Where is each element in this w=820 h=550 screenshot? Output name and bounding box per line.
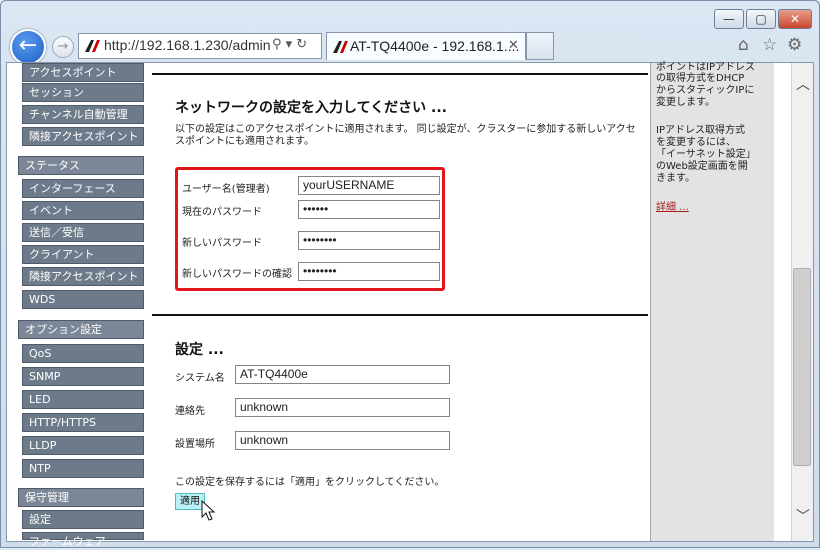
location-label: 設置場所	[175, 439, 215, 450]
scroll-up-icon[interactable]: ︿	[796, 74, 810, 94]
sidebar-item[interactable]: HTTP/HTTPS	[22, 413, 144, 432]
username-input[interactable]: yourUSERNAME	[298, 176, 440, 195]
sidebar-item[interactable]: WDS	[22, 290, 144, 309]
help-text-line: きます。	[656, 173, 695, 184]
forward-button[interactable]: →	[52, 36, 74, 58]
settings-gear-icon[interactable]: ⚙	[787, 35, 802, 55]
close-window-button[interactable]: ✕	[778, 9, 812, 29]
new-tab-button[interactable]	[526, 32, 554, 60]
sidebar-item[interactable]: LED	[22, 390, 144, 409]
system-name-input[interactable]: AT-TQ4400e	[235, 365, 450, 384]
current-password-input[interactable]: ••••••	[298, 200, 440, 219]
mouse-cursor-icon	[201, 500, 216, 521]
favorites-star-icon[interactable]: ☆	[762, 35, 777, 55]
address-bar-actions-icon[interactable]: ⚲ ▾ ↻	[272, 37, 307, 52]
sidebar-item[interactable]: 送信／受信	[22, 223, 144, 242]
back-arrow-icon: ←	[18, 33, 38, 58]
help-text-line: 変更します。	[656, 97, 715, 108]
section-divider	[152, 314, 648, 316]
help-text-line: からスタティックIPに	[656, 85, 755, 96]
site-logo-icon	[85, 40, 100, 52]
sidebar-item[interactable]: 保守管理	[18, 488, 144, 507]
contact-label: 連絡先	[175, 406, 205, 417]
location-input[interactable]: unknown	[235, 431, 450, 450]
sidebar-item[interactable]: 隣接アクセスポイント	[22, 267, 144, 286]
sidebar-item[interactable]: ステータス	[18, 156, 144, 175]
settings-section-title: 設定 ...	[175, 342, 224, 358]
new-password-input[interactable]: ••••••••	[298, 231, 440, 250]
back-button[interactable]: ←	[10, 29, 46, 65]
new-password-label: 新しいパスワード	[182, 238, 262, 249]
sidebar-item[interactable]: オプション設定	[18, 320, 144, 339]
sidebar-item[interactable]: アクセスポイント	[22, 63, 144, 82]
help-text-line: のWeb設定画面を開	[656, 161, 748, 172]
sidebar-item[interactable]: NTP	[22, 459, 144, 478]
tab-favicon-icon	[333, 41, 348, 53]
sidebar-item[interactable]: インターフェース	[22, 179, 144, 198]
username-label: ユーザー名(管理者)	[182, 184, 270, 195]
network-description-line2: スポイントにも適用されます。	[175, 136, 314, 147]
sidebar-item[interactable]: QoS	[22, 344, 144, 363]
confirm-password-label: 新しいパスワードの確認	[182, 269, 292, 280]
forward-arrow-icon: →	[57, 39, 69, 54]
help-text-line: 「イーサネット設定」	[656, 149, 756, 160]
restore-button[interactable]: ▢	[746, 9, 776, 29]
sidebar-item[interactable]: イベント	[22, 201, 144, 220]
sidebar-item[interactable]: LLDP	[22, 436, 144, 455]
sidebar-item[interactable]: クライアント	[22, 245, 144, 264]
url-text[interactable]: http://192.168.1.230/admin	[104, 37, 271, 53]
tab-close-icon[interactable]: ✕	[508, 38, 519, 53]
minimize-button[interactable]: —	[714, 9, 744, 29]
tab-title: AT-TQ4400e - 192.168.1....	[350, 38, 520, 54]
sidebar-item[interactable]: 設定	[22, 510, 144, 529]
section-divider	[152, 73, 648, 75]
help-text-line: を変更するには、	[656, 137, 736, 148]
sidebar-item[interactable]: SNMP	[22, 367, 144, 386]
sidebar-item[interactable]: ファームウェア	[22, 532, 144, 548]
sidebar-item[interactable]: セッション	[22, 83, 144, 102]
current-password-label: 現在のパスワード	[182, 207, 262, 218]
home-icon[interactable]: ⌂	[738, 35, 749, 55]
sidebar-item[interactable]: チャンネル自動管理	[22, 105, 144, 124]
scroll-down-icon[interactable]: ﹀	[796, 506, 810, 526]
network-section-title: ネットワークの設定を入力してください ...	[175, 100, 447, 116]
system-name-label: システム名	[175, 373, 225, 384]
contact-input[interactable]: unknown	[235, 398, 450, 417]
scrollbar-thumb[interactable]	[793, 268, 811, 466]
save-hint-text: この設定を保存するには「適用」をクリックしてください。	[175, 477, 445, 488]
help-text-line: IPアドレス取得方式	[656, 125, 745, 136]
sidebar-item[interactable]: 隣接アクセスポイント	[22, 127, 144, 146]
help-text-line: の取得方式をDHCP	[656, 73, 745, 84]
more-info-link[interactable]: 詳細 ...	[656, 202, 689, 214]
confirm-password-input[interactable]: ••••••••	[298, 262, 440, 281]
